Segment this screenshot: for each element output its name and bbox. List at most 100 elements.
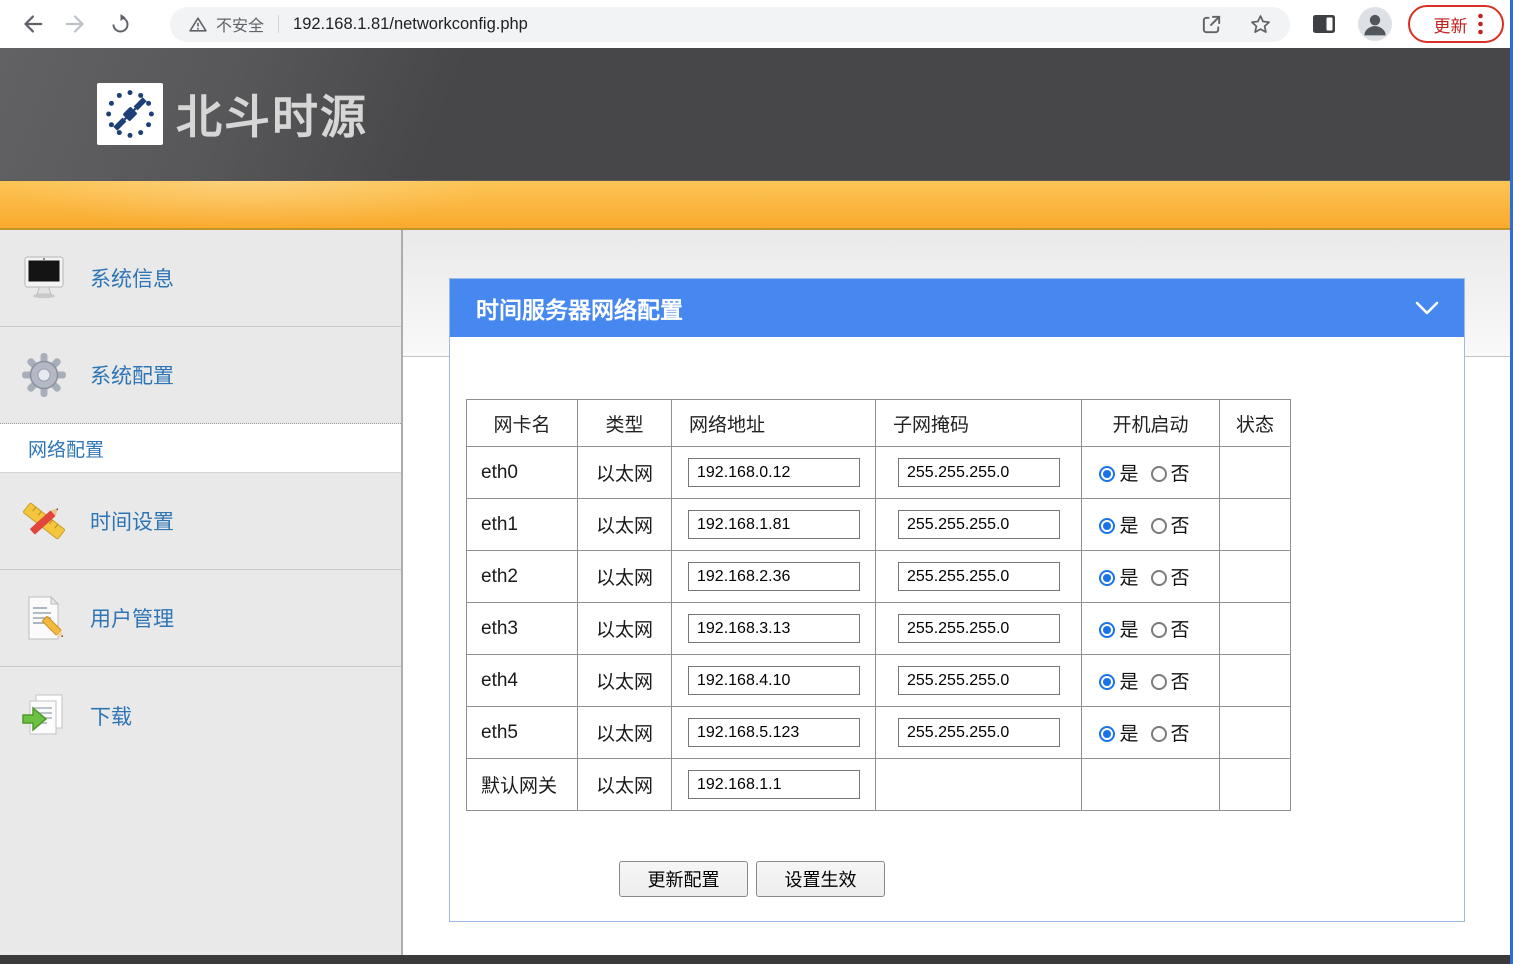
boot-yes-radio-eth4[interactable] xyxy=(1099,674,1115,690)
nic-type: 以太网 xyxy=(578,655,672,707)
nic-type: 以太网 xyxy=(578,499,672,551)
sidebar-item-network-config-active[interactable]: 网络配置 xyxy=(0,424,401,473)
action-buttons: 更新配置 设置生效 xyxy=(619,861,1464,897)
boot-yes-radio-eth2[interactable] xyxy=(1099,570,1115,586)
boot-no-radio-eth4[interactable] xyxy=(1151,674,1167,690)
boot-no-radio-eth5[interactable] xyxy=(1151,726,1167,742)
ip-input-eth3[interactable] xyxy=(688,614,860,643)
nic-ip-cell xyxy=(672,603,876,655)
boot-yes-label: 是 xyxy=(1119,464,1138,485)
sidebar-item-user-management[interactable]: 用户管理 xyxy=(0,570,401,667)
boot-yes-label: 是 xyxy=(1119,516,1138,537)
mask-input-eth0[interactable] xyxy=(898,458,1060,487)
orange-band xyxy=(0,180,1513,230)
forward-button[interactable] xyxy=(58,6,94,42)
nic-boot-cell: 是否 xyxy=(1082,551,1220,603)
nic-mask-cell xyxy=(876,603,1082,655)
chrome-update-menu[interactable]: 更新 xyxy=(1408,5,1504,43)
menu-dots-icon xyxy=(1478,13,1483,35)
ip-input-eth2[interactable] xyxy=(688,562,860,591)
mask-input-eth5[interactable] xyxy=(898,718,1060,747)
ip-input-eth5[interactable] xyxy=(688,718,860,747)
nic-name: eth4 xyxy=(467,655,578,707)
share-icon[interactable] xyxy=(1200,13,1223,36)
nic-mask-cell xyxy=(876,655,1082,707)
nic-type: 以太网 xyxy=(578,707,672,759)
boot-yes-label: 是 xyxy=(1119,672,1138,693)
boot-yes-radio-eth5[interactable] xyxy=(1099,726,1115,742)
main-content: 时间服务器网络配置 网卡名 类型 xyxy=(403,230,1513,955)
boot-no-radio-eth3[interactable] xyxy=(1151,622,1167,638)
nic-ip-cell xyxy=(672,759,876,811)
mask-input-eth3[interactable] xyxy=(898,614,1060,643)
sidebar-item-time-settings[interactable]: 时间设置 xyxy=(0,473,401,570)
nic-table: 网卡名 类型 网络地址 子网掩码 开机启动 状态 eth0以太网是否eth1以太… xyxy=(466,399,1291,811)
nic-mask-cell xyxy=(876,499,1082,551)
bookmark-star-icon[interactable] xyxy=(1249,13,1272,36)
nic-status-cell xyxy=(1220,551,1291,603)
nic-boot-cell: 是否 xyxy=(1082,707,1220,759)
col-header-boot: 开机启动 xyxy=(1082,400,1220,447)
security-label[interactable]: 不安全 xyxy=(216,12,264,36)
warning-triangle-icon xyxy=(188,15,208,34)
boot-yes-radio-eth1[interactable] xyxy=(1099,518,1115,534)
ip-input-默认网关[interactable] xyxy=(688,770,860,799)
sidebar-item-label: 下载 xyxy=(90,701,132,731)
gear-icon xyxy=(20,351,68,399)
boot-yes-radio-eth0[interactable] xyxy=(1099,466,1115,482)
nic-name: eth1 xyxy=(467,499,578,551)
boot-no-radio-eth0[interactable] xyxy=(1151,466,1167,482)
profile-avatar[interactable] xyxy=(1358,7,1392,41)
forward-arrow-icon xyxy=(63,11,89,37)
nic-ip-cell xyxy=(672,499,876,551)
reload-button[interactable] xyxy=(102,6,138,42)
page-url[interactable]: 192.168.1.81/networkconfig.php xyxy=(293,15,528,34)
sidebar-item-system-info[interactable]: 系统信息 xyxy=(0,230,401,327)
sidebar-nav: 系统信息 系统配置 网络配置 xyxy=(0,230,403,955)
col-header-mask: 子网掩码 xyxy=(876,400,1082,447)
nic-row-eth5: eth5以太网 是否 xyxy=(467,707,1291,759)
update-config-button[interactable]: 更新配置 xyxy=(619,861,748,897)
boot-yes-label: 是 xyxy=(1119,568,1138,589)
ip-input-eth4[interactable] xyxy=(688,666,860,695)
update-label: 更新 xyxy=(1434,12,1468,37)
ip-input-eth1[interactable] xyxy=(688,510,860,539)
mask-input-eth2[interactable] xyxy=(898,562,1060,591)
boot-yes-label: 是 xyxy=(1119,620,1138,641)
nic-mask-cell xyxy=(876,759,1082,811)
nic-mask-cell xyxy=(876,447,1082,499)
nic-type: 以太网 xyxy=(578,551,672,603)
back-button[interactable] xyxy=(14,6,50,42)
table-header-row: 网卡名 类型 网络地址 子网掩码 开机启动 状态 xyxy=(467,400,1291,447)
document-pencil-icon xyxy=(20,594,68,642)
mask-input-eth1[interactable] xyxy=(898,510,1060,539)
nic-row-eth3: eth3以太网是否 xyxy=(467,603,1291,655)
mask-input-eth4[interactable] xyxy=(898,666,1060,695)
browser-window: 不安全 192.168.1.81/networkconfig.php 更新 xyxy=(0,0,1513,964)
chevron-down-icon[interactable] xyxy=(1414,300,1440,316)
panel-title: 时间服务器网络配置 xyxy=(476,291,683,325)
nic-status-cell xyxy=(1220,655,1291,707)
address-bar[interactable]: 不安全 192.168.1.81/networkconfig.php xyxy=(170,7,1290,42)
person-icon xyxy=(1358,7,1392,41)
sidebar-item-download[interactable]: 下载 xyxy=(0,667,401,764)
panel-header[interactable]: 时间服务器网络配置 xyxy=(450,279,1464,337)
boot-no-radio-eth2[interactable] xyxy=(1151,570,1167,586)
nic-row-eth4: eth4以太网 是否 xyxy=(467,655,1291,707)
window-bottom-edge xyxy=(0,955,1513,964)
boot-yes-label: 是 xyxy=(1119,724,1138,745)
nic-name: eth0 xyxy=(467,447,578,499)
apply-settings-button[interactable]: 设置生效 xyxy=(756,861,885,897)
satellite-icon xyxy=(102,87,158,141)
sidebar-item-label: 时间设置 xyxy=(90,506,174,536)
side-panel-icon[interactable] xyxy=(1312,14,1336,34)
col-header-type: 类型 xyxy=(578,400,672,447)
ip-input-eth0[interactable] xyxy=(688,458,860,487)
boot-no-radio-eth1[interactable] xyxy=(1151,518,1167,534)
boot-yes-radio-eth3[interactable] xyxy=(1099,622,1115,638)
nic-boot-cell: 是否 xyxy=(1082,655,1220,707)
sidebar-item-label: 用户管理 xyxy=(90,603,174,633)
nic-row-eth1: eth1以太网是否 xyxy=(467,499,1291,551)
nic-name: eth5 xyxy=(467,707,578,759)
sidebar-item-system-config[interactable]: 系统配置 xyxy=(0,327,401,424)
